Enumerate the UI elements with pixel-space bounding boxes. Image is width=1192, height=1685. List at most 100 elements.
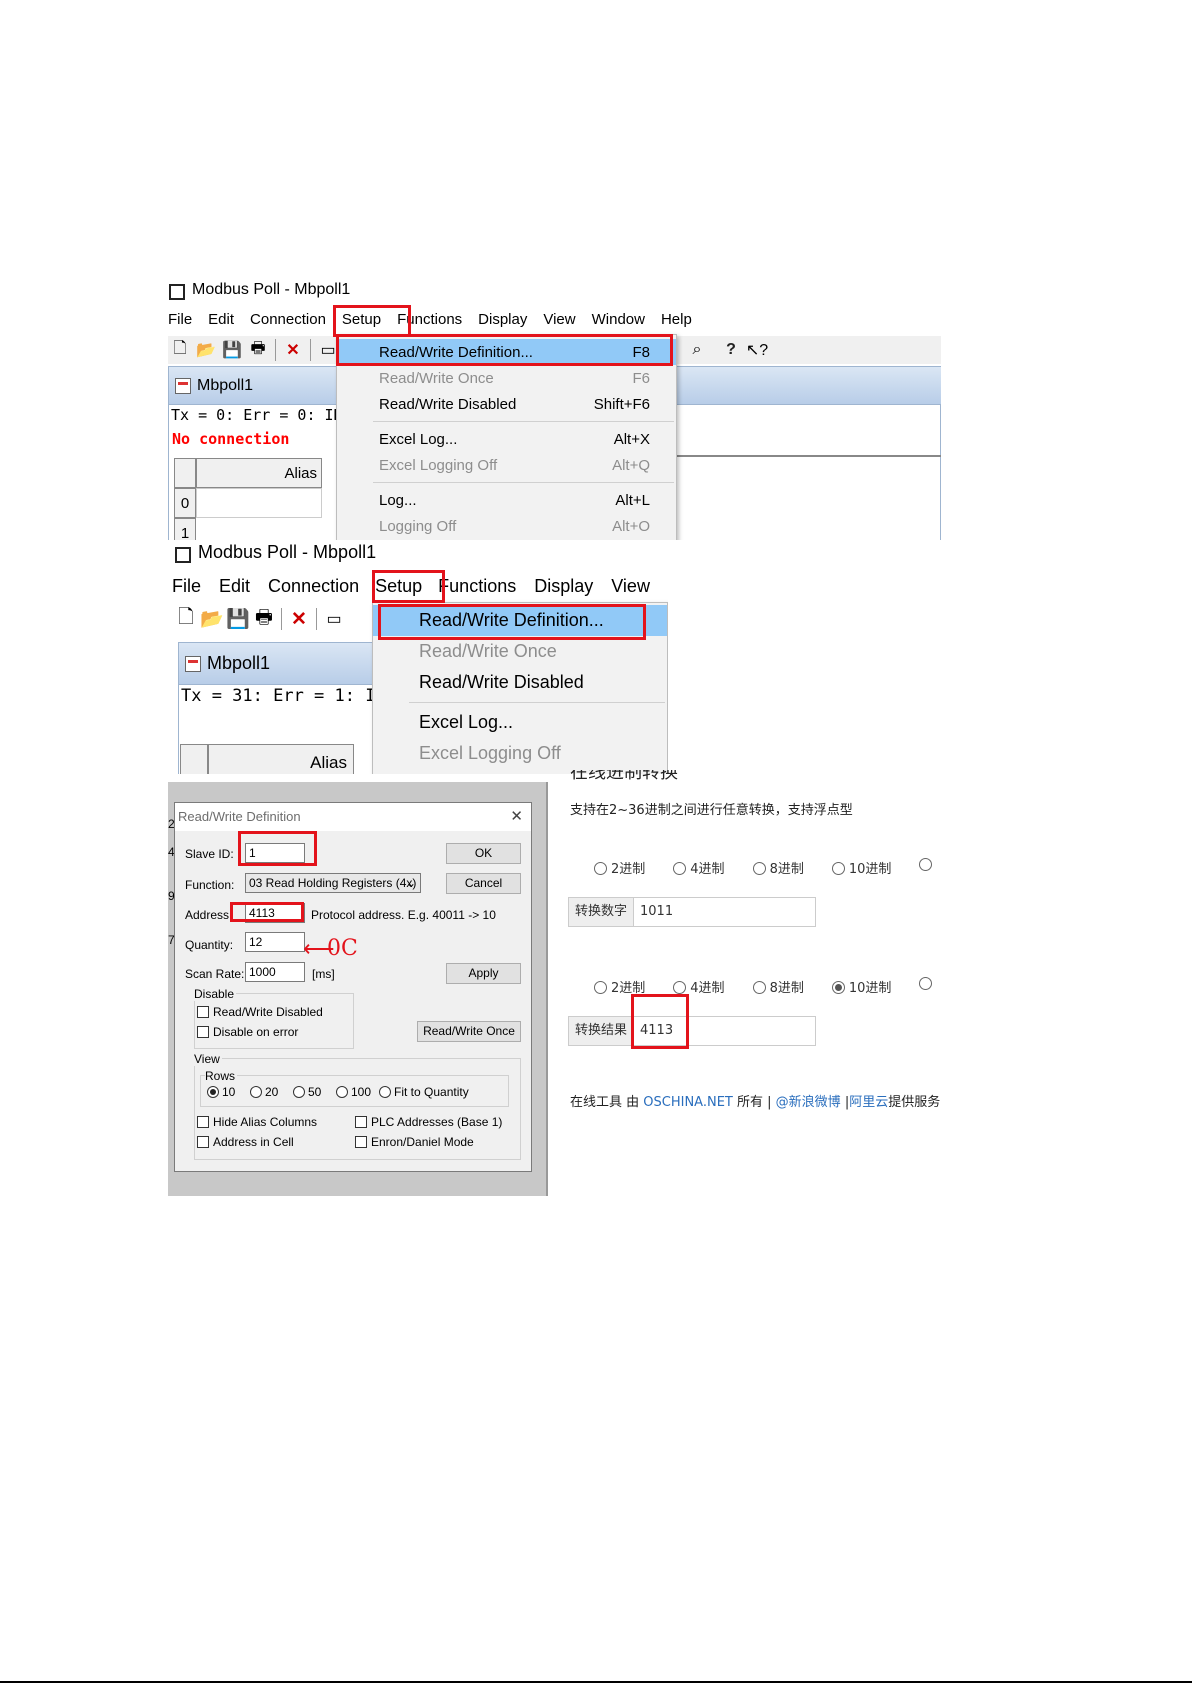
radio-circle: [207, 1086, 219, 1098]
quantity-input[interactable]: 12: [245, 932, 305, 952]
delete-icon[interactable]: ✕: [287, 607, 311, 631]
convert-result-output[interactable]: 4113: [634, 1017, 815, 1045]
rows-radio-50[interactable]: 50: [293, 1085, 321, 1099]
print-icon[interactable]: 🖶: [252, 607, 276, 631]
radio-10-base[interactable]: 10进制: [831, 977, 891, 996]
save-icon[interactable]: 💾: [220, 338, 244, 362]
menu-item-read-write-disabled[interactable]: Read/Write Disabled Shift+F6: [337, 391, 676, 417]
menu-item-excel-log[interactable]: Excel Log... Alt+X: [337, 426, 676, 452]
menu-setup[interactable]: Setup: [367, 576, 430, 597]
menu-item-read-write-definition[interactable]: Read/Write Definition... F8: [337, 339, 676, 365]
context-help-icon[interactable]: ↖?: [745, 338, 769, 362]
menu-item-read-write-once[interactable]: Read/Write Once: [373, 636, 667, 667]
alias-column-header[interactable]: Alias: [208, 744, 354, 774]
radio-circle: [831, 862, 845, 875]
open-folder-icon[interactable]: 📂: [200, 607, 224, 631]
delete-icon[interactable]: ✕: [281, 338, 305, 362]
address-in-cell-checkbox[interactable]: Address in Cell: [197, 1135, 294, 1149]
menu-item-log[interactable]: Log... Alt+L: [337, 487, 676, 513]
read-write-disabled-checkbox[interactable]: Read/Write Disabled: [197, 1005, 323, 1019]
aliyun-link[interactable]: 阿里云: [849, 1095, 888, 1110]
rows-radio-10[interactable]: 10: [207, 1085, 235, 1099]
apply-button[interactable]: Apply: [446, 963, 521, 984]
menu-bar: File Edit Connection Setup Functions Dis…: [168, 311, 700, 328]
radio-4-base[interactable]: 4进制: [673, 977, 725, 996]
menu-connection[interactable]: Connection: [260, 576, 367, 597]
radio-circle: [336, 1086, 348, 1098]
find-icon[interactable]: ⌕: [685, 338, 709, 362]
menu-edit[interactable]: Edit: [200, 311, 242, 328]
child-title-bar[interactable]: Mbpoll1: [179, 643, 377, 685]
menu-item-read-write-once[interactable]: Read/Write Once F6: [337, 365, 676, 391]
ok-button[interactable]: OK: [446, 843, 521, 864]
radio-2-base[interactable]: 2进制: [594, 977, 645, 996]
rows-radio-20[interactable]: 20: [250, 1085, 278, 1099]
radio-2-base[interactable]: 2进制: [594, 858, 645, 877]
dialog-title-bar[interactable]: Read/Write Definition ✕: [175, 803, 531, 831]
enron-daniel-checkbox[interactable]: Enron/Daniel Mode: [355, 1135, 474, 1149]
slave-id-input[interactable]: 1: [245, 843, 305, 863]
scan-rate-input[interactable]: 1000: [245, 962, 305, 982]
radio-circle: [673, 981, 687, 994]
menu-item-logging-off[interactable]: Logging Off Alt+O: [337, 513, 676, 539]
help-icon[interactable]: ?: [719, 338, 743, 362]
function-select[interactable]: 03 Read Holding Registers (4x) ⌄: [245, 873, 421, 893]
disable-on-error-checkbox[interactable]: Disable on error: [197, 1025, 298, 1039]
convert-number-input[interactable]: 1011: [634, 898, 815, 926]
menu-functions[interactable]: Functions: [389, 311, 470, 328]
menu-file[interactable]: File: [168, 311, 200, 328]
radio-10-base[interactable]: 10进制: [831, 858, 891, 877]
menu-display[interactable]: Display: [524, 576, 603, 597]
window-title: Modbus Poll - Mbpoll1: [168, 281, 350, 300]
menu-view[interactable]: View: [603, 576, 658, 597]
hide-alias-columns-checkbox[interactable]: Hide Alias Columns: [197, 1115, 317, 1129]
menu-item-read-write-definition[interactable]: Read/Write Definition...: [373, 605, 667, 636]
menu-item-excel-logging-off[interactable]: Excel Logging Off Alt+Q: [337, 452, 676, 478]
menu-setup[interactable]: Setup: [334, 311, 389, 328]
grid-cell[interactable]: [196, 488, 322, 518]
menu-item-excel-log[interactable]: Excel Log...: [373, 707, 667, 738]
menu-help[interactable]: Help: [653, 311, 700, 328]
rows-radio-100[interactable]: 100: [336, 1085, 371, 1099]
panel-1: Modbus Poll - Mbpoll1 File Edit Connecti…: [168, 278, 941, 540]
menu-display[interactable]: Display: [470, 311, 535, 328]
new-file-icon[interactable]: 🗋: [174, 607, 198, 631]
setup-dropdown-menu: Read/Write Definition... F8 Read/Write On…: [336, 334, 677, 540]
cancel-button[interactable]: Cancel: [446, 873, 521, 894]
menu-connection[interactable]: Connection: [242, 311, 334, 328]
print-icon[interactable]: 🖶: [246, 338, 270, 362]
checkbox-box: [197, 1116, 209, 1128]
no-connection-text: No connection: [172, 430, 290, 448]
radio-circle: [752, 862, 766, 875]
address-input[interactable]: 4113: [245, 903, 305, 923]
window-icon[interactable]: ▭: [322, 607, 346, 631]
open-folder-icon[interactable]: 📂: [194, 338, 218, 362]
alias-column-header[interactable]: Alias: [196, 458, 322, 488]
rows-radio-fit[interactable]: Fit to Quantity: [379, 1085, 469, 1099]
radio-8-base[interactable]: 8进制: [752, 858, 804, 877]
toolbar-separator: [281, 608, 282, 630]
toolbar-separator: [316, 608, 317, 630]
menu-functions[interactable]: Functions: [430, 576, 524, 597]
menu-file[interactable]: File: [168, 576, 209, 597]
plc-addresses-checkbox[interactable]: PLC Addresses (Base 1): [355, 1115, 502, 1129]
close-icon[interactable]: ✕: [510, 807, 523, 825]
radio-more-base[interactable]: [919, 858, 936, 877]
new-file-icon[interactable]: 🗋: [168, 338, 192, 362]
menu-view[interactable]: View: [535, 311, 583, 328]
menu-item-read-write-disabled[interactable]: Read/Write Disabled: [373, 667, 667, 698]
radio-circle: [379, 1086, 391, 1098]
menu-bar: File Edit Connection Setup Functions Dis…: [168, 576, 658, 597]
oschina-link[interactable]: OSCHINA.NET: [643, 1095, 733, 1110]
menu-edit[interactable]: Edit: [209, 576, 260, 597]
radio-more-base[interactable]: [919, 977, 936, 996]
menu-item-excel-logging-off[interactable]: Excel Logging Off: [373, 738, 667, 769]
radio-8-base[interactable]: 8进制: [752, 977, 804, 996]
radio-4-base[interactable]: 4进制: [673, 858, 725, 877]
menu-window[interactable]: Window: [584, 311, 653, 328]
radio-circle: [594, 981, 607, 994]
save-icon[interactable]: 💾: [226, 607, 250, 631]
menu-separator: [409, 702, 665, 703]
read-write-once-button[interactable]: Read/Write Once: [417, 1021, 521, 1042]
weibo-link[interactable]: @新浪微博: [776, 1095, 841, 1110]
